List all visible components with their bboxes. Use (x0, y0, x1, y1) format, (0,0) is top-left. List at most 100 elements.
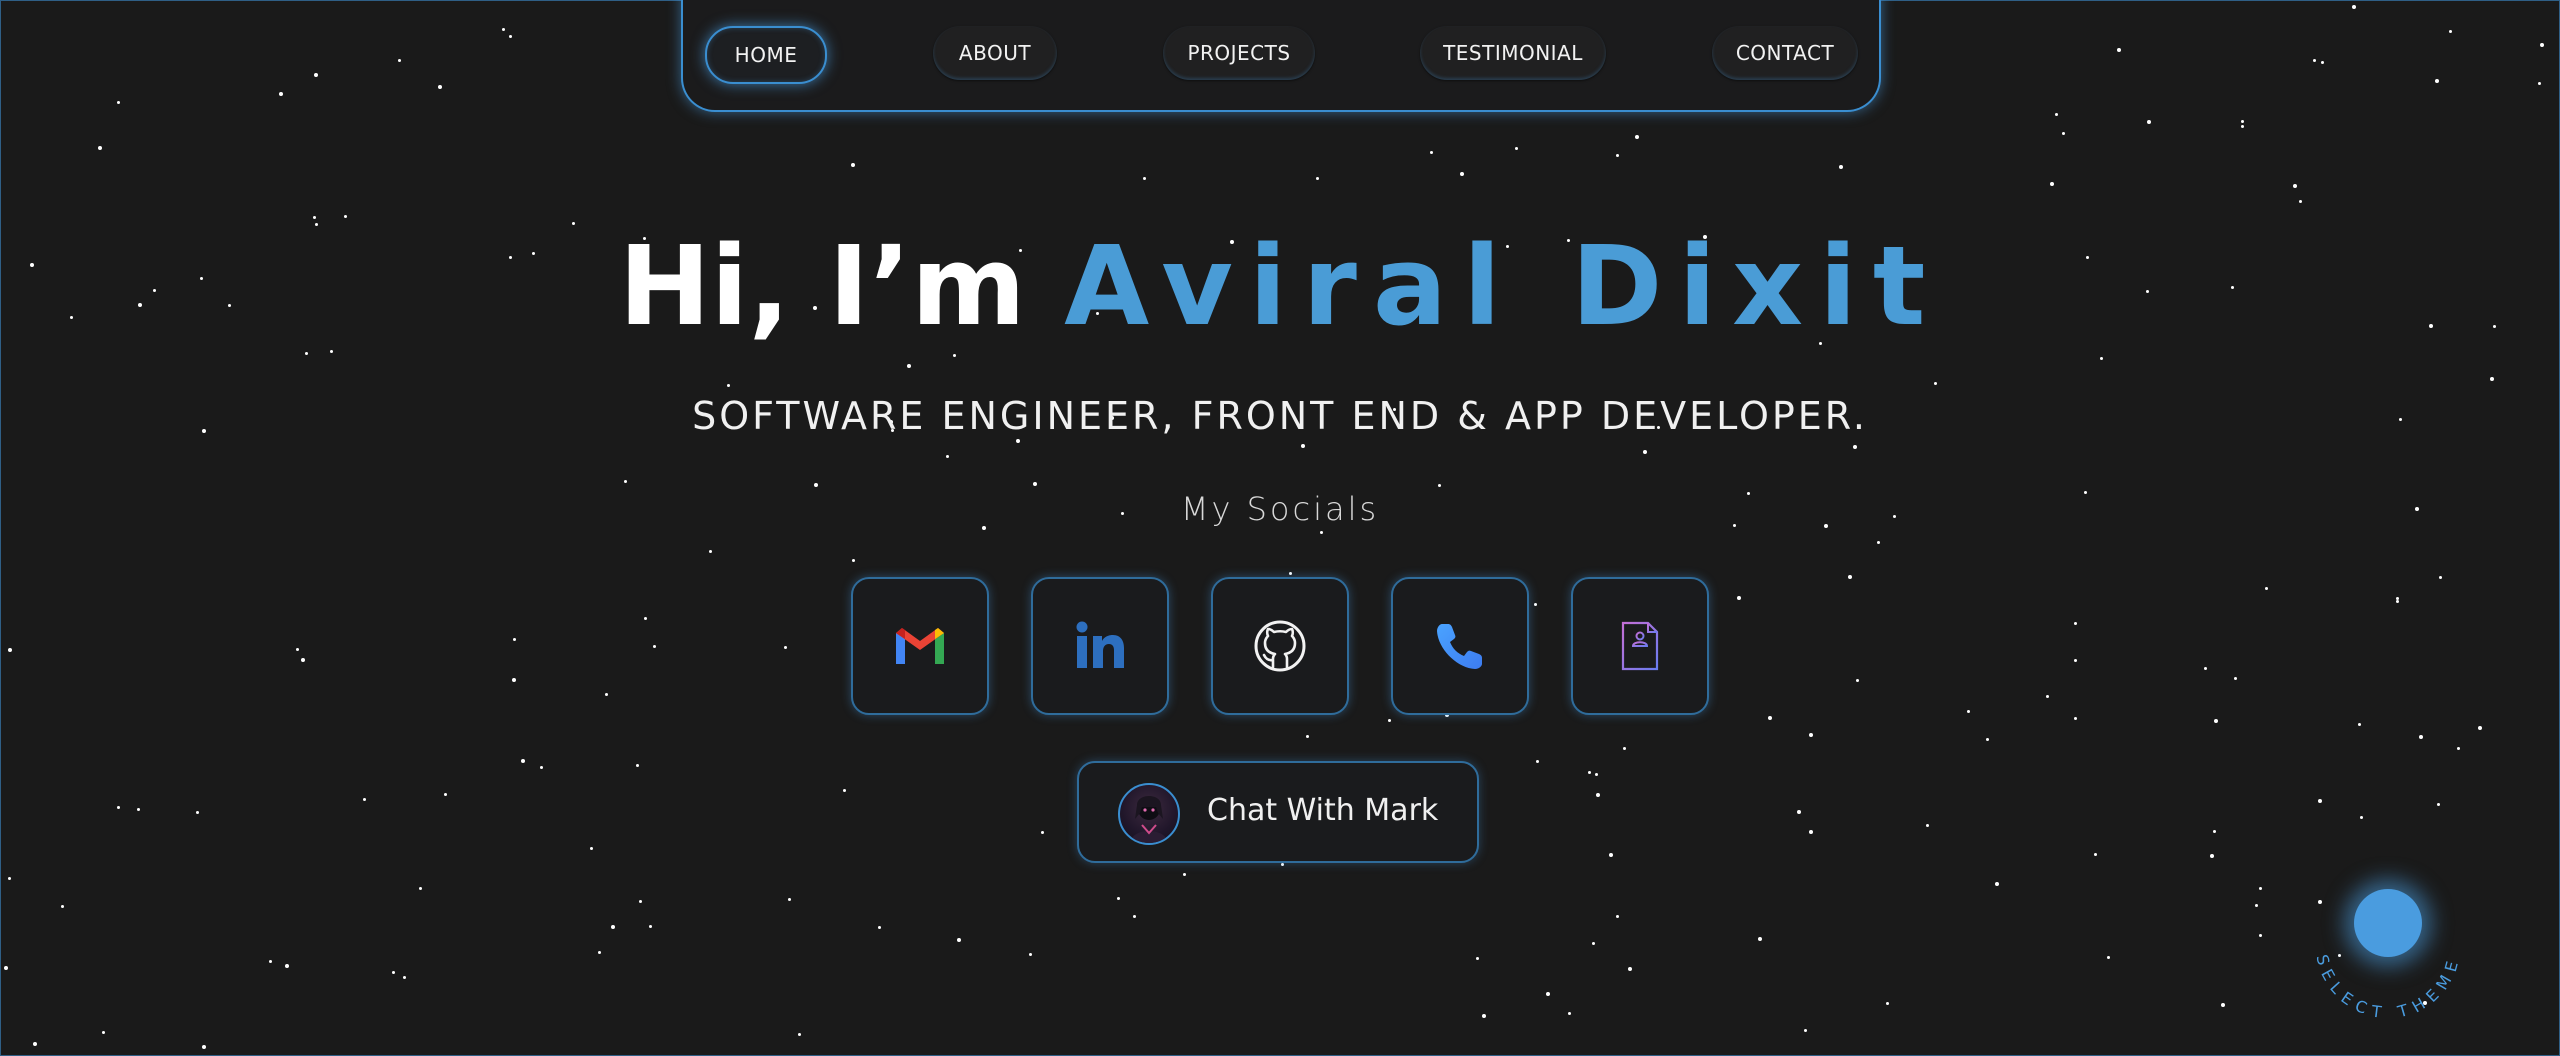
star-dot (907, 364, 911, 368)
star-dot (1306, 735, 1309, 738)
star-dot (1281, 863, 1284, 866)
star-dot (540, 766, 543, 769)
star-dot (1588, 771, 1591, 774)
star-dot (2050, 182, 2054, 186)
star-dot (314, 73, 318, 77)
star-dot (2449, 30, 2452, 33)
star-dot (1546, 992, 1550, 996)
nav-projects-button[interactable]: PROJECTS (1163, 26, 1315, 80)
star-dot (2419, 735, 2423, 739)
star-dot (313, 216, 316, 219)
star-dot (1628, 967, 1632, 971)
star-dot (2396, 600, 2399, 603)
star-dot (1856, 679, 1859, 682)
star-dot (1117, 897, 1120, 900)
star-dot (1592, 942, 1595, 945)
star-dot (2435, 79, 2439, 83)
star-dot (330, 350, 333, 353)
star-dot (2457, 747, 2460, 750)
star-dot (1301, 444, 1305, 448)
nav-home-button[interactable]: HOME (705, 26, 827, 84)
star-dot (946, 455, 949, 458)
star-dot (1934, 382, 1937, 385)
star-dot (1758, 937, 1762, 941)
star-dot (4, 966, 8, 970)
nav-testimonial-button[interactable]: TESTIMONIAL (1420, 26, 1606, 80)
resume-icon (1621, 621, 1659, 671)
star-dot (513, 638, 516, 641)
star-dot (2538, 82, 2541, 85)
star-dot (419, 887, 422, 890)
star-dot (2046, 695, 2049, 698)
star-dot (509, 35, 512, 38)
chat-with-mark-button[interactable]: Chat With Mark (1077, 761, 1479, 863)
nav-about-button[interactable]: ABOUT (933, 26, 1057, 80)
star-dot (1143, 177, 1146, 180)
star-dot (117, 101, 120, 104)
star-dot (269, 960, 272, 963)
star-dot (1438, 484, 1441, 487)
phone-button[interactable] (1391, 577, 1529, 715)
star-dot (512, 678, 516, 682)
star-dot (1635, 135, 1639, 139)
star-dot (653, 645, 656, 648)
avatar-icon (1118, 783, 1180, 845)
star-dot (624, 480, 627, 483)
star-dot (1809, 733, 1813, 737)
star-dot (202, 1045, 206, 1049)
star-dot (196, 811, 199, 814)
star-dot (344, 215, 347, 218)
star-dot (957, 938, 961, 942)
hero-name: Aviral Dixit (1064, 222, 1942, 350)
star-dot (644, 617, 647, 620)
linkedin-button[interactable] (1031, 577, 1169, 715)
star-dot (598, 951, 601, 954)
star-dot (1839, 165, 1843, 169)
star-dot (2358, 723, 2361, 726)
star-dot (137, 808, 140, 811)
star-dot (2100, 357, 2103, 360)
star-dot (363, 798, 366, 801)
star-dot (2540, 43, 2544, 47)
star-dot (392, 971, 395, 974)
star-dot (1536, 760, 1539, 763)
star-dot (438, 85, 442, 89)
star-dot (2437, 803, 2440, 806)
star-dot (1804, 1029, 1807, 1032)
star-dot (117, 806, 120, 809)
star-dot (2478, 726, 2482, 730)
star-dot (2147, 120, 2151, 124)
star-dot (2360, 816, 2363, 819)
star-dot (296, 648, 299, 651)
starfield-background (0, 0, 2560, 1056)
star-dot (2213, 830, 2216, 833)
star-dot (1476, 957, 1479, 960)
star-dot (398, 59, 401, 62)
star-dot (1768, 716, 1772, 720)
star-dot (1967, 710, 1970, 713)
star-dot (2234, 677, 2237, 680)
star-dot (1482, 1014, 1486, 1018)
star-dot (878, 926, 881, 929)
gmail-button[interactable] (851, 577, 989, 715)
star-dot (852, 559, 855, 562)
star-dot (1029, 953, 1032, 956)
star-dot (98, 146, 102, 150)
nav-contact-button[interactable]: CONTACT (1712, 26, 1858, 80)
resume-button[interactable] (1571, 577, 1709, 715)
star-dot (2094, 853, 2097, 856)
star-dot (2259, 934, 2262, 937)
star-dot (639, 900, 642, 903)
star-dot (2265, 587, 2268, 590)
star-dot (953, 354, 956, 357)
star-dot (279, 92, 283, 96)
linkedin-icon (1076, 621, 1124, 668)
star-dot (2074, 659, 2077, 662)
star-dot (2214, 719, 2218, 723)
github-button[interactable] (1211, 577, 1349, 715)
star-dot (709, 550, 712, 553)
star-dot (1460, 172, 1464, 176)
top-navbar: HOME ABOUT PROJECTS TESTIMONIAL CONTACT (681, 0, 1881, 112)
star-dot (1886, 1002, 1889, 1005)
star-dot (1797, 810, 1801, 814)
